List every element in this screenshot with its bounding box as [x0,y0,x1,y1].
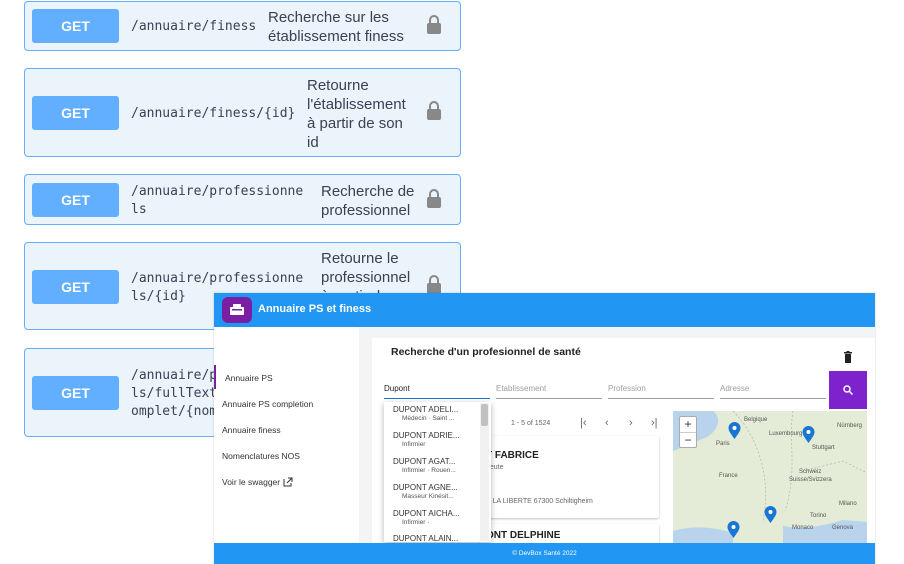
operation-path: /annuaire/p ls/fullText omplet/{nom [131,368,218,419]
nav-item-label: Voir le swagger [222,477,281,487]
map-label: Schweiz [799,469,822,475]
lock-icon[interactable] [426,189,442,209]
suggestion-name: DUPONT ADELI... [393,405,459,414]
open-in-new-icon [283,477,293,487]
get-method-badge[interactable]: GET [32,376,119,410]
suggestion-name: DUPONT ADRIE... [393,431,460,440]
last-page-icon[interactable]: ›| [651,417,658,429]
nav-item-annuaire-ps-completion[interactable]: Annuaire PS completion [222,399,313,409]
nav-item-swagger[interactable]: Voir le swagger [222,477,293,487]
suggestion-detail: Infirmier · Rouen... [402,467,456,474]
lock-icon[interactable] [426,275,442,295]
map-label: Stuttgart [812,445,835,451]
zoom-out-button[interactable]: − [680,433,696,448]
map-marker-icon[interactable] [727,521,740,539]
suggestion-detail: Infirmier · [402,519,430,526]
active-nav-indicator [214,365,216,389]
map-label: Suisse/Svizzera [789,477,832,483]
get-method-badge[interactable]: GET [32,96,119,130]
operation-get-finess[interactable]: GET /annuaire/finess Recherche sur les é… [24,1,461,51]
operation-path: /annuaire/finess [131,19,257,34]
result-address: E LA LIBERTE 67300 Schiltigheim [486,498,593,505]
operation-path: /annuaire/professionne ls [131,184,304,217]
get-method-badge[interactable]: GET [32,183,119,217]
map-marker-icon[interactable] [728,422,741,440]
result-card[interactable] [480,436,659,518]
nom-input[interactable]: Dupont [384,384,490,399]
suggestion-detail: Masseur Kinésit... [402,493,454,500]
map-label: France [719,473,738,479]
operation-get-finess-id[interactable]: GET /annuaire/finess/{id} Retourne l'éta… [24,68,461,157]
delete-icon[interactable] [843,351,853,363]
map-label: Luxembourg [769,431,803,437]
app-bar: Annuaire PS et finess [214,293,875,327]
suggestion-item[interactable]: DUPONT AGAT... Infirmier · Rouen... [393,457,456,474]
nav-item-annuaire-finess[interactable]: Annuaire finess [222,425,281,435]
first-page-icon[interactable]: |‹ [580,417,587,429]
suggestion-item[interactable]: DUPONT AICHA... Infirmier · [393,509,460,526]
nav-item-annuaire-ps[interactable]: Annuaire PS [225,373,273,383]
map-label: Belgique [744,417,768,423]
app-title: Annuaire PS et finess [258,303,372,315]
suggestion-item[interactable]: DUPONT ALAIN... [393,534,458,542]
result-name: ONT DELPHINE [486,530,561,541]
app-footer: © DevBox Santé 2022 [214,543,875,564]
profession-input[interactable]: Profession [608,384,714,399]
zoom-in-button[interactable]: + [680,417,696,433]
etablissement-input[interactable]: Etablissement [496,384,602,399]
lock-icon[interactable] [426,15,442,35]
map-label: Milano [839,501,857,507]
operation-get-professionnels[interactable]: GET /annuaire/professionne ls Recherche … [24,174,461,225]
suggestion-detail: Médecin · Saint ... [402,415,455,422]
lock-icon[interactable] [426,101,442,121]
operation-path: /annuaire/finess/{id} [131,106,296,121]
map-label: Torino [810,513,827,519]
suggestion-name: DUPONT AGAT... [393,457,456,466]
suggestion-item[interactable]: DUPONT ADELI... Médecin · Saint ... [393,405,458,422]
suggestion-item[interactable]: DUPONT ADRIE... Infirmier [393,431,460,448]
nav-item-nomenclatures-nos[interactable]: Nomenclatures NOS [222,451,300,461]
suggestion-detail: Infirmier [402,441,426,448]
next-page-icon[interactable]: › [629,417,633,429]
operation-summary: Recherche sur les établissement finess [268,9,404,45]
autocomplete-dropdown: DUPONT ADELI... Médecin · Saint ... DUPO… [384,402,491,542]
get-method-badge[interactable]: GET [32,270,119,304]
pagination-range: 1 - 5 of 1524 [511,420,551,427]
map-marker-icon[interactable] [802,426,815,444]
dropdown-scrollbar[interactable] [481,404,488,426]
map-zoom-control: + − [679,416,697,448]
search-button[interactable] [829,371,867,409]
suggestion-name: DUPONT ALAIN... [393,534,459,542]
result-name: T FABRICE [486,450,539,461]
annuaire-app-window: Annuaire PS et finess Annuaire PS Annuai… [214,293,875,564]
search-title: Recherche d'un profesionnel de santé [391,346,581,358]
suggestion-name: DUPONT AGNE... [393,483,458,492]
map-marker-icon[interactable] [764,506,777,524]
search-icon [843,385,853,395]
adresse-input[interactable]: Adresse [720,384,826,399]
prev-page-icon[interactable]: ‹ [605,417,609,429]
suggestion-item[interactable]: DUPONT AGNE... Masseur Kinésit... [393,483,458,500]
map-label: Paris [716,441,730,447]
operation-summary: Recherche de professionnel [321,183,415,219]
operation-summary: Retourne l'établissement à partir de son… [307,77,406,151]
map-label: Monaco [792,525,814,531]
map-label: Genova [832,525,854,531]
get-method-badge[interactable]: GET [32,9,119,43]
app-logo-icon [222,297,252,323]
suggestion-name: DUPONT AICHA... [393,509,460,518]
sidebar-nav: Annuaire PS Annuaire PS completion Annua… [214,327,359,543]
map-label: Nürnberg [837,423,863,429]
